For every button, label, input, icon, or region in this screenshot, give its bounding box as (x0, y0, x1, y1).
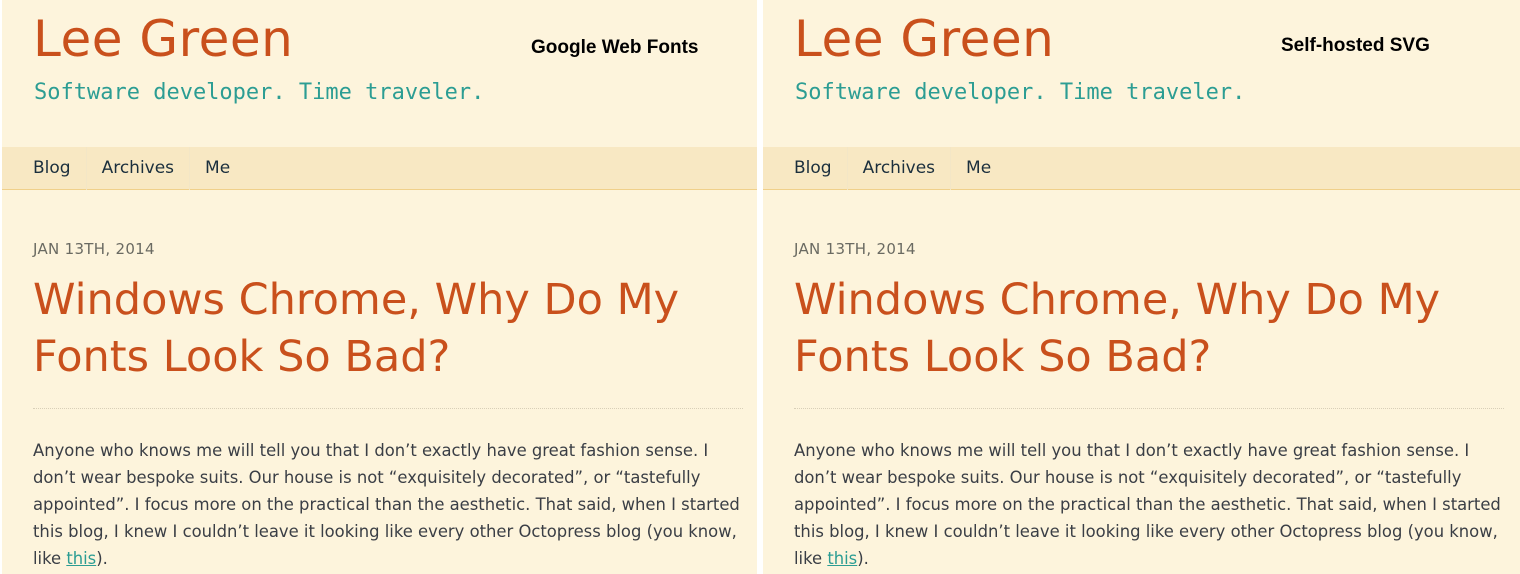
site-header: Lee Green Software developer. Time trave… (2, 0, 757, 147)
post-title[interactable]: Windows Chrome, Why Do My Fonts Look So … (794, 272, 1494, 386)
panel-self-hosted-svg: Lee Green Software developer. Time trave… (763, 0, 1520, 574)
post-body: Anyone who knows me will tell you that I… (794, 437, 1504, 572)
site-header: Lee Green Software developer. Time trave… (763, 0, 1520, 147)
post: JAN 13TH, 2014 Windows Chrome, Why Do My… (33, 240, 743, 572)
post-body-text: Anyone who knows me will tell you that I… (794, 441, 1501, 568)
nav-item-archives[interactable]: Archives (848, 146, 952, 190)
post: JAN 13TH, 2014 Windows Chrome, Why Do My… (794, 240, 1504, 572)
site-title[interactable]: Lee Green (794, 12, 1054, 67)
post-body-text: Anyone who knows me will tell you that I… (33, 441, 740, 568)
divider (794, 408, 1504, 409)
panel-google-web-fonts: Lee Green Software developer. Time trave… (2, 0, 757, 574)
site-tagline: Software developer. Time traveler. (795, 80, 1246, 105)
post-date: JAN 13TH, 2014 (33, 240, 155, 258)
nav-item-blog[interactable]: Blog (18, 146, 87, 190)
main-nav: Blog Archives Me (763, 146, 1520, 190)
site-title[interactable]: Lee Green (33, 12, 293, 67)
nav-item-blog[interactable]: Blog (779, 146, 848, 190)
divider (33, 408, 743, 409)
post-title[interactable]: Windows Chrome, Why Do My Fonts Look So … (33, 272, 733, 386)
comparison-label: Google Web Fonts (531, 37, 699, 58)
post-body: Anyone who knows me will tell you that I… (33, 437, 743, 572)
main-nav: Blog Archives Me (2, 146, 757, 190)
comparison-label: Self-hosted SVG (1281, 35, 1430, 56)
nav-item-me[interactable]: Me (190, 147, 245, 190)
post-date: JAN 13TH, 2014 (794, 240, 916, 258)
post-body-text-end: ). (96, 549, 108, 568)
post-link[interactable]: this (827, 549, 857, 568)
post-link[interactable]: this (66, 549, 96, 568)
comparison-screenshot: Lee Green Software developer. Time trave… (0, 0, 1520, 574)
post-body-text-end: ). (857, 549, 869, 568)
nav-item-archives[interactable]: Archives (87, 146, 191, 190)
site-tagline: Software developer. Time traveler. (34, 80, 485, 105)
nav-item-me[interactable]: Me (951, 147, 1006, 190)
